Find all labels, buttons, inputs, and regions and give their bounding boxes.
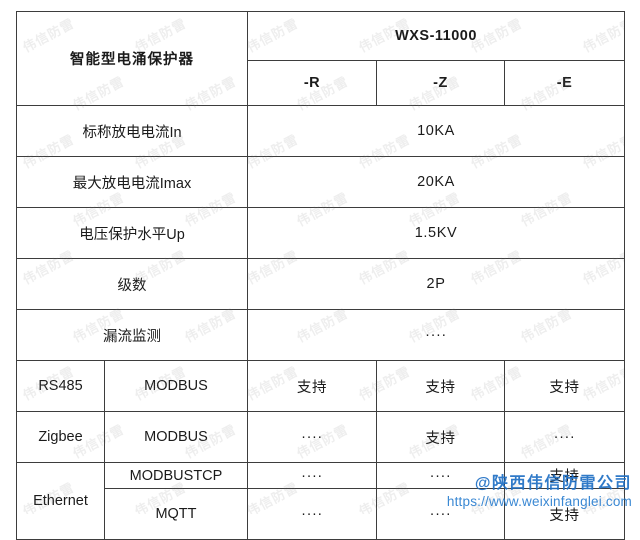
variant-header-r: -R [247,60,377,106]
support-cell-zigbee-modbus-e: ···· [503,411,626,463]
table-row: 电压保护水平Up 1.5KV [16,207,626,259]
bus-label-zigbee: Zigbee [16,411,105,463]
product-title-cell: 智能型电涌保护器 [16,11,248,106]
spec-value-nominal-discharge-current: 10KA [246,105,626,157]
table-row: Zigbee MODBUS ···· 支持 ···· [16,411,626,463]
support-cell-ethernet-mqtt-z: ···· [376,488,505,540]
table-row: Ethernet MODBUSTCP ···· ···· 支持 [16,462,626,540]
support-cell-zigbee-modbus-r: ···· [247,411,377,463]
support-cell-rs485-modbus-e: 支持 [503,360,626,412]
table-row: 级数 2P [16,258,626,310]
support-cell-ethernet-mqtt-e: 支持 [503,488,626,540]
table-row: MQTT ···· ···· 支持 [17,488,626,540]
variant-header-e: -E [503,60,626,106]
spec-value-voltage-protection-level: 1.5KV [246,207,626,259]
spec-label-nominal-discharge-current: 标称放电电流In [16,105,248,157]
spec-label-voltage-protection-level: 电压保护水平Up [16,207,248,259]
spec-label-leakage-monitoring: 漏流监测 [16,309,248,361]
support-cell-rs485-modbus-r: 支持 [247,360,377,412]
support-cell-ethernet-modbustcp-r: ···· [247,462,377,489]
variant-header-z: -Z [376,60,505,106]
bus-label-rs485: RS485 [16,360,105,412]
spec-value-pole-count: 2P [246,258,626,310]
protocol-label-ethernet-modbustcp: MODBUSTCP [104,462,248,489]
table-header-row-model: 智能型电涌保护器 WXS-11000 [16,11,626,106]
table-row: RS485 MODBUS 支持 支持 支持 [16,360,626,412]
spec-label-pole-count: 级数 [16,258,248,310]
table-row: 最大放电电流Imax 20KA [16,156,626,208]
spec-table-container: 智能型电涌保护器 WXS-11000 -R -Z -E 标称放电电流In 10K… [16,11,626,540]
spec-label-max-discharge-current: 最大放电电流Imax [16,156,248,208]
bus-label-ethernet: Ethernet [16,462,105,540]
table-row: 标称放电电流In 10KA [16,105,626,157]
spec-value-leakage-monitoring: ···· [246,309,626,361]
support-cell-ethernet-modbustcp-z: ···· [376,462,505,489]
protocol-label-ethernet-mqtt: MQTT [104,488,248,540]
table-row: 漏流监测 ···· [16,309,626,361]
support-cell-ethernet-modbustcp-e: 支持 [503,462,626,489]
support-cell-rs485-modbus-z: 支持 [376,360,505,412]
support-cell-ethernet-mqtt-r: ···· [247,488,377,540]
model-name-cell: WXS-11000 [246,11,626,61]
protocol-label-rs485-modbus: MODBUS [104,360,248,412]
spec-value-max-discharge-current: 20KA [246,156,626,208]
product-specification-table: 智能型电涌保护器 WXS-11000 -R -Z -E 标称放电电流In 10K… [16,11,626,540]
protocol-label-zigbee-modbus: MODBUS [104,411,248,463]
support-cell-zigbee-modbus-z: 支持 [376,411,505,463]
